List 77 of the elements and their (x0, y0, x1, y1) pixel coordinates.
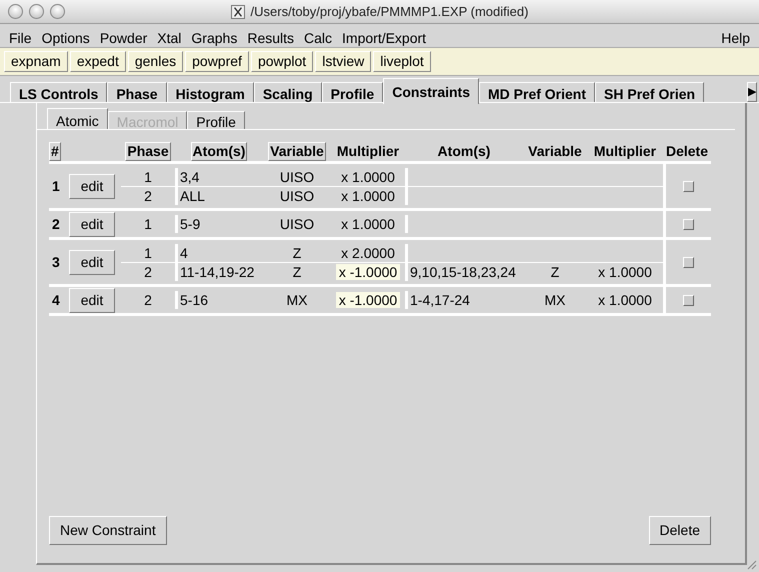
multiplier-cell-text: x 1.0000 (340, 169, 396, 185)
menu-item[interactable]: Calc (299, 26, 338, 47)
column-header-button[interactable]: Variable (268, 142, 326, 161)
multiplier-cell: x -1.0000 (336, 292, 400, 308)
toolbar-button[interactable]: liveplot (373, 51, 431, 72)
atoms-cell: 11-14,19-22 (175, 263, 263, 281)
toolbar-button[interactable]: expnam (4, 51, 68, 72)
column-header-button[interactable]: Atom(s) (190, 142, 248, 161)
atoms-cell: 1-4,17-24 (405, 291, 523, 309)
multiplier-cell-text: x 1.0000 (597, 263, 653, 281)
atoms-cell: 5-9 (175, 215, 263, 233)
constraint-number: 3 (51, 252, 61, 272)
column-header-button[interactable]: Phase (125, 142, 171, 161)
new-constraint-button[interactable]: New Constraint (49, 516, 167, 545)
variable-cell-text: UISO (278, 187, 316, 205)
menu-item[interactable]: Results (242, 26, 300, 47)
column-header: Multiplier (594, 143, 656, 159)
constraint-number: 2 (51, 214, 61, 234)
atoms-cell: 9,10,15-18,23,24 (405, 263, 523, 281)
atoms-cell: 5-16 (175, 291, 263, 309)
tab[interactable]: Profile (322, 82, 384, 102)
atoms-cell: 3,4 (175, 168, 263, 186)
phase-cell-text: 2 (143, 263, 153, 281)
menu-item[interactable]: Graphs (186, 26, 242, 47)
variable-cell-text: UISO (278, 168, 316, 186)
constraint-number: 4 (51, 290, 61, 310)
variable-cell-text: MX (544, 291, 566, 309)
tab[interactable]: LS Controls (10, 82, 108, 102)
multiplier-cell-text: x 1.0000 (597, 291, 653, 309)
menu-item[interactable]: Import/Export (337, 26, 432, 47)
column-header: Variable (528, 143, 582, 159)
phase-cell-text: 2 (143, 291, 153, 309)
subtab[interactable]: Atomic (47, 108, 108, 129)
tab[interactable]: MD Pref Orient (479, 82, 596, 102)
column-header: Multiplier (336, 143, 400, 159)
edit-button[interactable]: edit (69, 288, 115, 312)
toolbar-button[interactable]: genles (128, 51, 184, 72)
toolbar-button[interactable]: powplot (250, 51, 314, 72)
multiplier-cell-text: x 1.0000 (340, 216, 396, 232)
tab-scroll-button[interactable]: ▶ (747, 82, 757, 102)
toolbar-button[interactable]: expedt (70, 51, 126, 72)
tab[interactable]: Histogram (166, 82, 254, 102)
phase-cell-text: 1 (143, 244, 153, 262)
menu-item[interactable]: Xtal (152, 26, 186, 47)
phase-cell-text: 1 (143, 215, 153, 233)
multiplier-cell: x -1.0000 (336, 264, 400, 280)
constraint-number: 1 (51, 176, 61, 196)
toolbar-button[interactable]: lstview (315, 51, 372, 72)
menu-item[interactable]: Powder (94, 26, 152, 47)
atoms-cell: 4 (175, 244, 263, 262)
variable-cell-text: UISO (278, 215, 316, 233)
phase-cell-text: 2 (143, 187, 153, 205)
multiplier-cell-text: x 2.0000 (340, 245, 396, 261)
window-title: /Users/toby/proj/ybafe/PMMMP1.EXP (modified) (250, 3, 528, 22)
edit-button[interactable]: edit (69, 212, 115, 236)
tab[interactable]: SH Pref Orien (595, 82, 704, 102)
atoms-cell: ALL (175, 187, 263, 205)
column-header: Atom(s) (438, 143, 490, 159)
delete-button[interactable]: Delete (648, 516, 711, 545)
tab[interactable]: Phase (107, 82, 167, 102)
variable-cell-text: Z (292, 244, 302, 262)
subtab[interactable]: Profile (187, 111, 245, 129)
menu-item[interactable]: File (4, 26, 37, 47)
menu-item[interactable]: Help (716, 26, 755, 47)
column-header-button[interactable]: # (49, 142, 61, 161)
edit-button[interactable]: edit (69, 250, 115, 274)
variable-cell-text: MX (286, 291, 308, 309)
multiplier-cell-text: x 1.0000 (340, 188, 396, 204)
column-header: Delete (666, 143, 708, 159)
phase-cell-text: 1 (143, 168, 153, 186)
tab[interactable]: Scaling (254, 82, 322, 102)
variable-cell-text: Z (292, 263, 302, 281)
toolbar-button[interactable]: powpref (185, 51, 249, 72)
edit-button[interactable]: edit (69, 174, 115, 198)
menu-item[interactable]: Options (36, 26, 95, 47)
variable-cell-text: Z (550, 263, 560, 281)
tab[interactable]: Constraints (383, 78, 479, 104)
